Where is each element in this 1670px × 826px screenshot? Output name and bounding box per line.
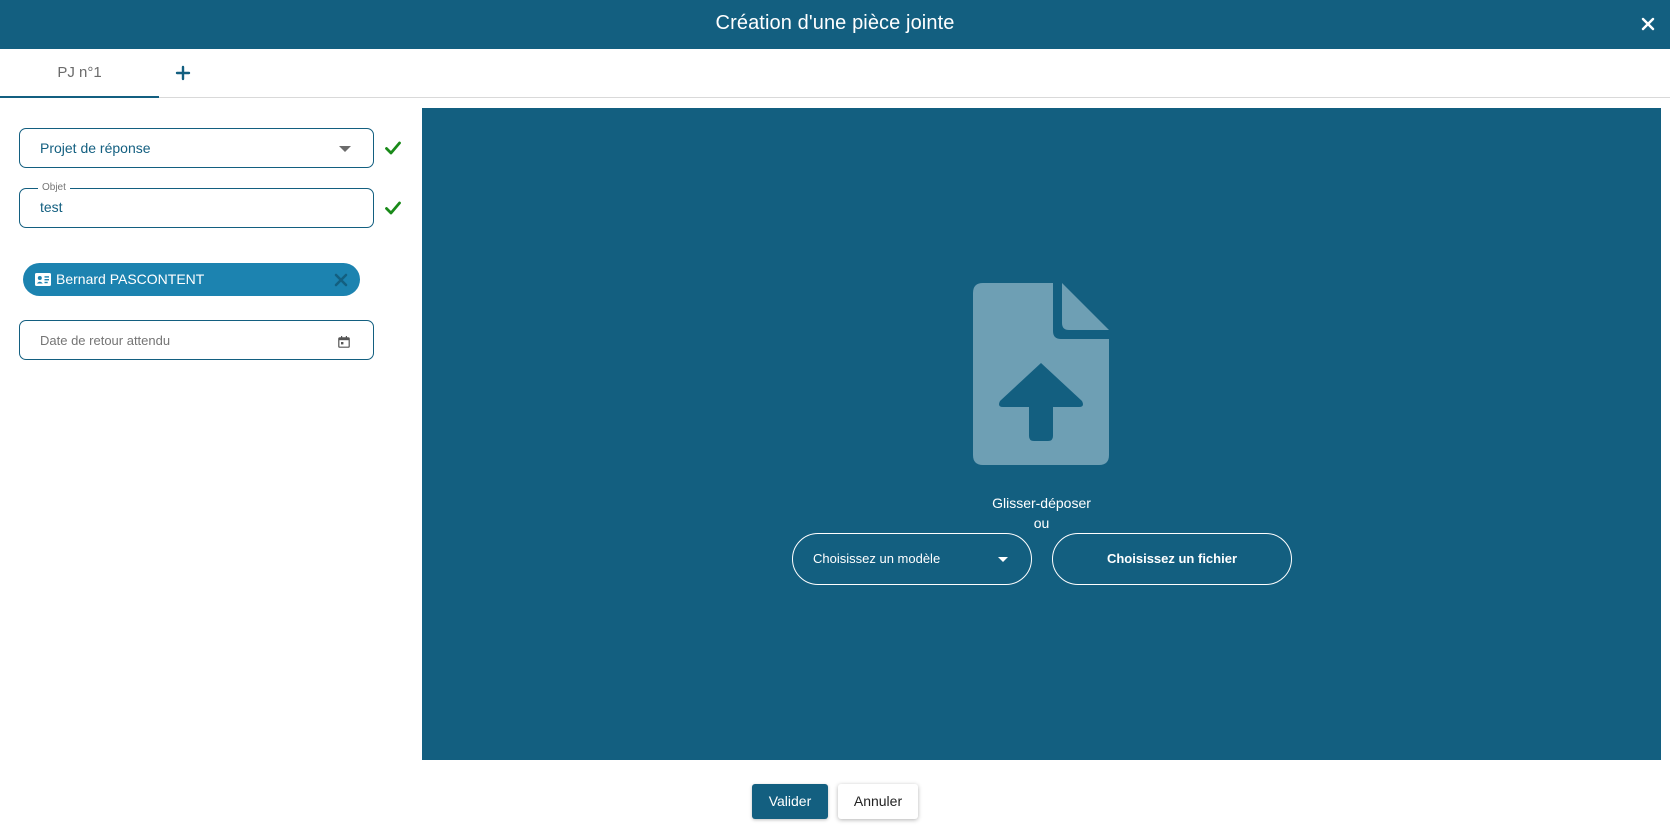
return-date-placeholder: Date de retour attendu <box>40 333 171 348</box>
model-select-placeholder: Choisissez un modèle <box>813 551 941 566</box>
model-select[interactable]: Choisissez un modèle <box>792 533 1032 585</box>
file-upload-icon <box>973 283 1109 465</box>
drag-drop-text: Glisser-déposer <box>992 495 1091 511</box>
recipient-chip-label: Bernard PASCONTENT <box>56 271 205 287</box>
type-select-value: Projet de réponse <box>40 140 151 156</box>
or-text: ou <box>1033 515 1050 531</box>
objet-field[interactable]: Objet test <box>19 182 374 228</box>
plus-icon[interactable] <box>173 62 193 84</box>
cancel-button[interactable]: Annuler <box>838 784 918 819</box>
contact-card-icon <box>35 273 51 286</box>
file-dropzone[interactable]: Glisser-déposer ou Choisissez un modèle … <box>422 108 1661 760</box>
remove-icon[interactable] <box>334 273 348 287</box>
close-icon[interactable] <box>1638 14 1658 34</box>
recipient-chip[interactable]: Bernard PASCONTENT <box>23 263 360 296</box>
chevron-down-icon <box>998 557 1008 562</box>
chevron-down-icon <box>339 146 351 152</box>
return-date-field[interactable]: Date de retour attendu <box>19 320 374 360</box>
dialog-title: Création d'une pièce jointe <box>715 12 955 34</box>
objet-label: Objet <box>38 182 70 193</box>
check-icon <box>385 141 401 155</box>
objet-value: test <box>40 199 63 215</box>
type-select[interactable]: Projet de réponse <box>19 128 374 168</box>
submit-button[interactable]: Valider <box>752 784 828 819</box>
calendar-icon[interactable] <box>338 336 350 348</box>
choose-file-button[interactable]: Choisissez un fichier <box>1052 533 1292 585</box>
tab-pj-1[interactable]: PJ n°1 <box>0 49 159 98</box>
check-icon <box>385 201 401 215</box>
dialog-header: Création d'une pièce jointe <box>0 0 1670 49</box>
tab-bar: PJ n°1 <box>0 49 1670 98</box>
